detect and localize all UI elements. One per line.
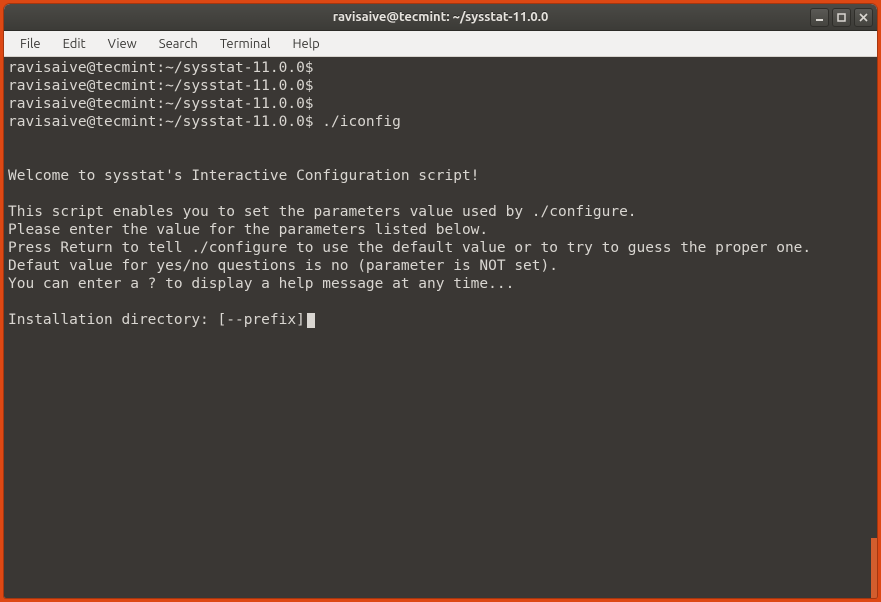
menubar: File Edit View Search Terminal Help — [4, 31, 877, 57]
menu-help[interactable]: Help — [282, 34, 329, 54]
menu-terminal[interactable]: Terminal — [210, 34, 281, 54]
maximize-icon[interactable] — [832, 8, 851, 27]
cursor — [307, 313, 315, 328]
terminal-window: ravisaive@tecmint: ~/sysstat-11.0.0 File… — [4, 4, 877, 598]
minimize-icon[interactable] — [810, 8, 829, 27]
menu-view[interactable]: View — [98, 34, 147, 54]
terminal-output[interactable]: ravisaive@tecmint:~/sysstat-11.0.0$ ravi… — [4, 57, 877, 598]
close-icon[interactable] — [854, 8, 873, 27]
menu-search[interactable]: Search — [149, 34, 208, 54]
window-title: ravisaive@tecmint: ~/sysstat-11.0.0 — [4, 10, 877, 24]
scrollbar[interactable] — [871, 538, 877, 598]
menu-file[interactable]: File — [10, 34, 51, 54]
window-controls — [810, 8, 873, 27]
menu-edit[interactable]: Edit — [53, 34, 96, 54]
titlebar: ravisaive@tecmint: ~/sysstat-11.0.0 — [4, 4, 877, 31]
